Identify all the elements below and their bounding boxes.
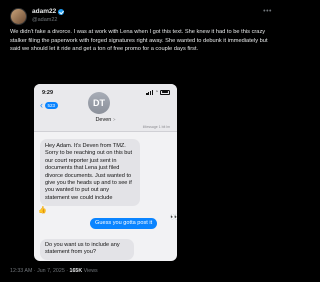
display-name-row: adam22: [32, 8, 65, 16]
wifi-icon: ◔: [154, 89, 158, 95]
views-count: 165K: [69, 268, 83, 274]
display-name[interactable]: adam22: [32, 8, 56, 16]
verified-badge-icon: [58, 9, 65, 15]
tweet-text: We didn't fake a divorce. I was at work …: [10, 29, 268, 53]
back-button: ‹ 523: [40, 101, 58, 110]
contact-name-row: Deven >: [34, 117, 177, 123]
avatar[interactable]: [10, 7, 27, 25]
contact-avatar: DT: [88, 92, 110, 114]
message-header: 9:29 ◔ ‹ 523 DT Deven > iMessage 1 bit l…: [34, 84, 177, 132]
views-label: Views: [83, 268, 98, 274]
message-meta: iMessage 1 bit lm: [142, 125, 170, 129]
author-names: adam22 @adam22: [32, 8, 65, 24]
tweet-meta: 12:33 AM · Jun 7, 2025 · 165K Views: [10, 268, 98, 274]
handle[interactable]: @adam22: [32, 16, 64, 24]
eyes-icon: 👀: [170, 214, 177, 221]
more-options-icon[interactable]: •••: [263, 8, 272, 15]
chevron-left-icon: ‹: [40, 100, 43, 110]
timestamp[interactable]: 12:33 AM · Jun 7, 2025 ·: [10, 268, 68, 274]
thumbs-up-icon: 👍: [38, 207, 47, 214]
status-time: 9:29: [42, 90, 54, 96]
status-icons: ◔: [146, 89, 170, 95]
signal-icon: [146, 89, 153, 95]
contact-name: Deven: [95, 117, 112, 123]
unread-count-badge: 523: [45, 102, 58, 109]
incoming-message: Hey Adam. It's Deven from TMZ. Sorry to …: [40, 139, 140, 207]
attached-screenshot[interactable]: 9:29 ◔ ‹ 523 DT Deven > iMessage 1 bit l…: [34, 84, 177, 261]
chevron-right-icon: >: [112, 117, 116, 122]
outgoing-message: Guess you gotta post it: [90, 218, 158, 230]
tweet-header: adam22 @adam22: [10, 6, 65, 26]
incoming-message: Do you want us to include any statement …: [40, 239, 134, 260]
battery-icon: [160, 89, 170, 95]
